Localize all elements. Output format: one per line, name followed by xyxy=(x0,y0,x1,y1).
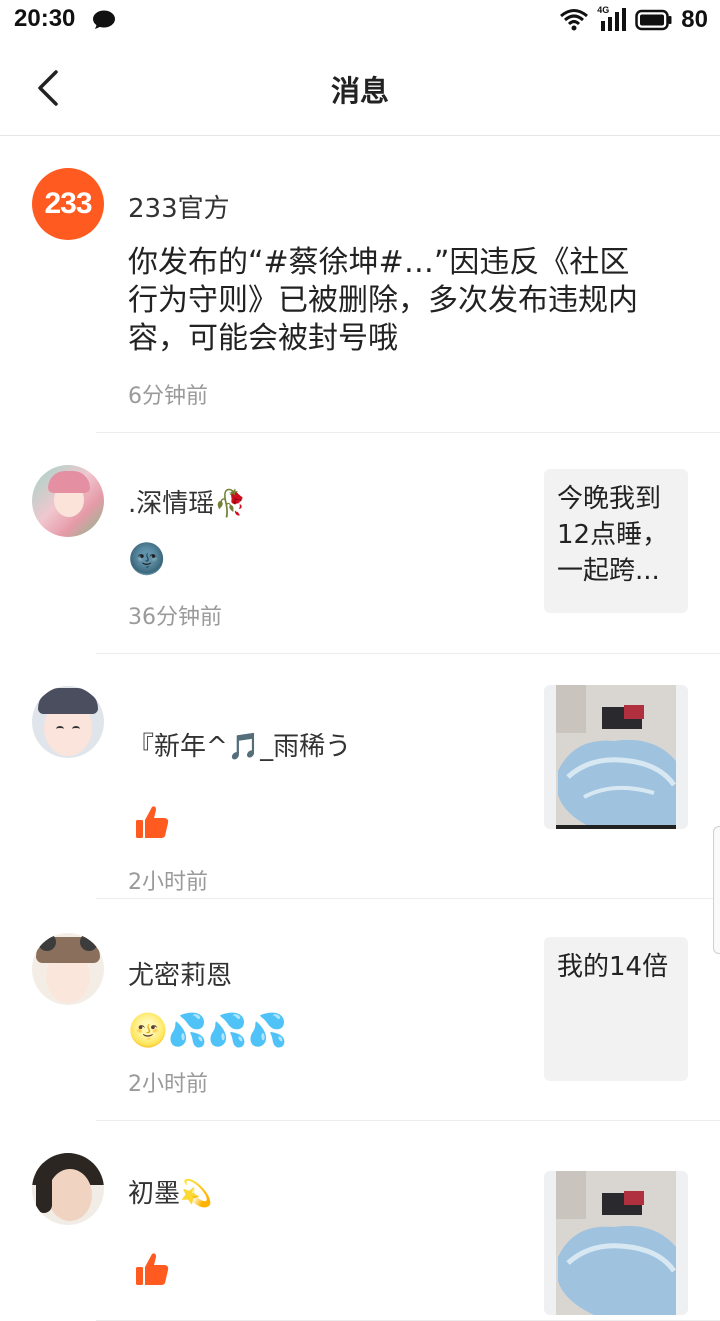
message-time: 2小时前 xyxy=(128,1072,208,1097)
list-item[interactable]: 尤密莉恩 🌝💦💦💦 2小时前 我的14倍 xyxy=(0,899,720,1121)
top-bar: 消息 xyxy=(0,40,720,136)
status-right: 4G 80 xyxy=(559,5,708,34)
status-bar: 20:30 4G 80 xyxy=(0,0,720,40)
message-list: 233 233官方 你发布的“#蔡徐坤#…”因违反《社区行为守则》已被删除，多次… xyxy=(0,136,720,1321)
bedroom-photo xyxy=(544,1171,688,1315)
image-preview[interactable] xyxy=(544,685,688,829)
page-title: 消息 xyxy=(330,74,389,108)
brand-logo: 233 xyxy=(44,187,92,220)
preview-text: 今晚我到12点睡，一起跨... xyxy=(557,484,669,586)
message-time: 2小时前 xyxy=(128,870,208,895)
list-item[interactable]: 『新年^🎵_雨稀う 2小时前 xyxy=(0,654,720,899)
scrollbar-handle[interactable] xyxy=(713,826,720,954)
message-time: 6分钟前 xyxy=(128,384,208,409)
message-time: 36分钟前 xyxy=(128,605,222,630)
status-time: 20:30 xyxy=(14,5,76,32)
avatar[interactable] xyxy=(32,465,104,537)
battery-level: 80 xyxy=(681,6,708,33)
sender-name: 尤密莉恩 xyxy=(128,961,233,991)
image-preview[interactable] xyxy=(544,1171,688,1315)
sender-name: .深情瑶🥀 xyxy=(128,489,247,519)
message-preview[interactable]: 今晚我到12点睡，一起跨... xyxy=(544,469,688,613)
like-icon xyxy=(136,1253,169,1285)
cellular-signal-icon: 4G xyxy=(597,5,627,33)
list-item[interactable]: 233 233官方 你发布的“#蔡徐坤#…”因违反《社区行为守则》已被删除，多次… xyxy=(0,136,720,433)
avatar[interactable] xyxy=(32,933,104,1005)
avatar[interactable] xyxy=(32,1153,104,1225)
bedroom-photo xyxy=(544,685,688,829)
preview-text: 我的14倍 xyxy=(557,952,669,982)
sender-name: 『新年^🎵_雨稀う xyxy=(128,732,352,762)
message-content: 🌝💦💦💦 xyxy=(128,1011,288,1049)
message-preview[interactable]: 我的14倍 xyxy=(544,937,688,1081)
wifi-icon xyxy=(560,9,589,31)
chat-notification-icon xyxy=(93,10,115,29)
list-item[interactable]: .深情瑶🥀 🌚 36分钟前 36分钟前 今晚我到12点睡，一起跨... xyxy=(0,433,720,654)
sender-name: 233官方 xyxy=(128,194,230,224)
avatar[interactable] xyxy=(32,686,104,758)
sender-name: 初墨💫 xyxy=(128,1179,213,1209)
like-icon xyxy=(136,806,169,838)
avatar[interactable]: 233 xyxy=(32,168,104,240)
message-content: 🌚 xyxy=(128,542,166,577)
list-item[interactable]: 初墨💫 xyxy=(0,1121,720,1321)
message-content: 你发布的“#蔡徐坤#…”因违反《社区行为守则》已被删除，多次发布违规内容，可能会… xyxy=(128,245,638,356)
battery-icon xyxy=(635,9,672,31)
